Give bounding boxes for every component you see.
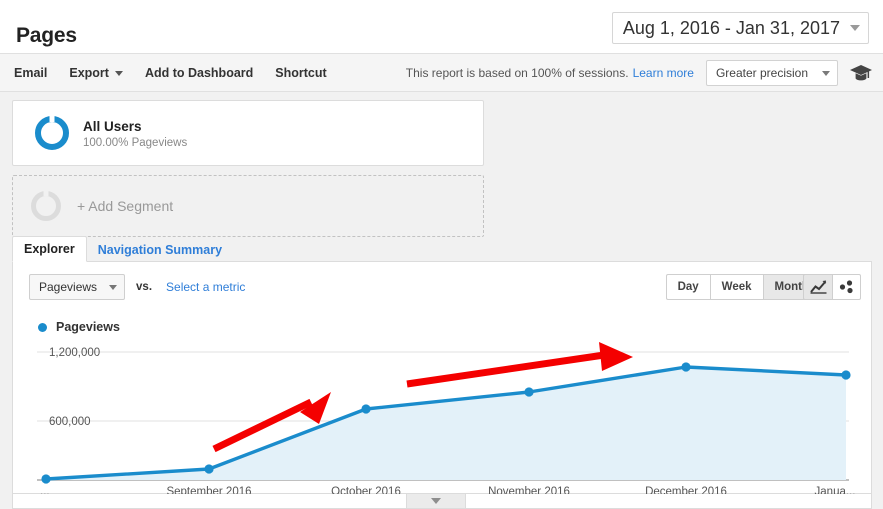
line-chart-button[interactable] bbox=[803, 274, 832, 300]
y-tick-label-1200000: 1,200,000 bbox=[49, 347, 100, 359]
data-point[interactable] bbox=[524, 387, 534, 397]
x-tick-label-5: Janua... bbox=[815, 486, 856, 494]
data-point[interactable] bbox=[681, 362, 691, 372]
annotation-arrow-2 bbox=[406, 342, 633, 388]
tab-navigation-summary[interactable]: Navigation Summary bbox=[87, 238, 233, 262]
granularity-day-button[interactable]: Day bbox=[665, 274, 710, 300]
toolbar-actions: Email Export Add to Dashboard Shortcut bbox=[14, 54, 349, 92]
y-tick-label-600000: 600,000 bbox=[49, 416, 91, 428]
select-a-metric-link[interactable]: Select a metric bbox=[166, 280, 245, 294]
metric-controls: Pageviews vs. Select a metric bbox=[29, 274, 245, 300]
x-tick-label-4: December 2016 bbox=[645, 486, 727, 494]
chevron-down-icon bbox=[431, 498, 441, 504]
graduation-cap-icon[interactable] bbox=[849, 63, 873, 83]
report-toolbar: Email Export Add to Dashboard Shortcut T… bbox=[0, 54, 883, 92]
series-area-fill bbox=[46, 367, 846, 480]
metric-select-value: Pageviews bbox=[39, 280, 98, 294]
chevron-down-icon bbox=[822, 70, 830, 76]
chart-plot-area: 1,200,000 600,000 ... September 2016 Oct… bbox=[13, 340, 873, 505]
data-point[interactable] bbox=[841, 370, 851, 380]
tab-explorer-label: Explorer bbox=[24, 242, 75, 256]
visualization-toggle-group bbox=[803, 274, 861, 300]
precision-value: Greater precision bbox=[715, 66, 808, 80]
metric-select[interactable]: Pageviews bbox=[29, 274, 126, 300]
email-button[interactable]: Email bbox=[14, 66, 47, 80]
date-range-picker[interactable]: Aug 1, 2016 - Jan 31, 2017 bbox=[611, 12, 869, 44]
shortcut-label: Shortcut bbox=[275, 66, 327, 80]
x-tick-label-2: October 2016 bbox=[331, 486, 401, 494]
legend-series-label: Pageviews bbox=[56, 320, 120, 334]
pageviews-area-chart[interactable]: 1,200,000 600,000 ... September 2016 Oct… bbox=[13, 340, 873, 494]
tab-navigation-summary-label: Navigation Summary bbox=[97, 243, 223, 257]
email-label: Email bbox=[14, 66, 48, 80]
segment-sublabel: 100.00% Pageviews bbox=[83, 136, 188, 149]
data-point[interactable] bbox=[361, 404, 371, 414]
title-bar: Pages Aug 1, 2016 - Jan 31, 2017 bbox=[0, 0, 883, 54]
legend-color-swatch bbox=[38, 322, 47, 332]
chart-legend: Pageviews bbox=[38, 320, 120, 334]
x-tick-label-1: September 2016 bbox=[166, 486, 251, 494]
segment-donut-icon bbox=[35, 116, 69, 150]
date-range-value: Aug 1, 2016 - Jan 31, 2017 bbox=[622, 17, 840, 38]
x-tick-label-0: ... bbox=[40, 486, 50, 494]
add-segment-button[interactable]: + Add Segment bbox=[12, 175, 484, 237]
chevron-down-icon bbox=[850, 25, 860, 31]
learn-more-link[interactable]: Learn more bbox=[633, 66, 694, 80]
scatter-plot-icon bbox=[839, 280, 853, 294]
granularity-toggle-group: Day Week Month bbox=[665, 274, 821, 300]
add-segment-label: + Add Segment bbox=[77, 198, 174, 214]
collapse-chart-button[interactable] bbox=[406, 494, 466, 509]
segment-area: All Users 100.00% Pageviews + Add Segmen… bbox=[12, 100, 484, 237]
line-chart-icon bbox=[809, 280, 826, 294]
add-segment-donut-icon bbox=[31, 191, 61, 221]
tab-explorer[interactable]: Explorer bbox=[12, 236, 87, 262]
granularity-week-button[interactable]: Week bbox=[709, 274, 763, 300]
shortcut-button[interactable]: Shortcut bbox=[275, 66, 326, 80]
granularity-week-label: Week bbox=[721, 281, 752, 293]
chevron-down-icon bbox=[114, 70, 123, 76]
export-label: Export bbox=[69, 66, 109, 80]
precision-select[interactable]: Greater precision bbox=[705, 60, 838, 86]
add-to-dashboard-label: Add to Dashboard bbox=[144, 66, 254, 80]
segment-all-users[interactable]: All Users 100.00% Pageviews bbox=[12, 100, 484, 166]
export-button[interactable]: Export bbox=[69, 66, 123, 80]
segment-name: All Users bbox=[83, 118, 142, 134]
sampling-note: This report is based on 100% of sessions… bbox=[405, 66, 629, 80]
data-point[interactable] bbox=[41, 474, 51, 484]
add-to-dashboard-button[interactable]: Add to Dashboard bbox=[145, 66, 253, 80]
chart-panel: Pageviews vs. Select a metric Day Week M… bbox=[12, 262, 873, 505]
report-tabs: Explorer Navigation Summary bbox=[12, 236, 872, 262]
granularity-day-label: Day bbox=[677, 281, 699, 293]
segment-text: All Users 100.00% Pageviews bbox=[83, 118, 187, 149]
chevron-down-icon bbox=[109, 284, 118, 290]
x-tick-label-3: November 2016 bbox=[488, 486, 570, 494]
scatter-plot-button[interactable] bbox=[832, 274, 861, 300]
page-title: Pages bbox=[16, 24, 77, 47]
toolbar-sampling-area: This report is based on 100% of sessions… bbox=[406, 54, 873, 92]
vs-label: vs. bbox=[136, 281, 153, 293]
data-point[interactable] bbox=[204, 464, 214, 474]
analytics-report-page: Pages Aug 1, 2016 - Jan 31, 2017 Email E… bbox=[0, 0, 883, 509]
